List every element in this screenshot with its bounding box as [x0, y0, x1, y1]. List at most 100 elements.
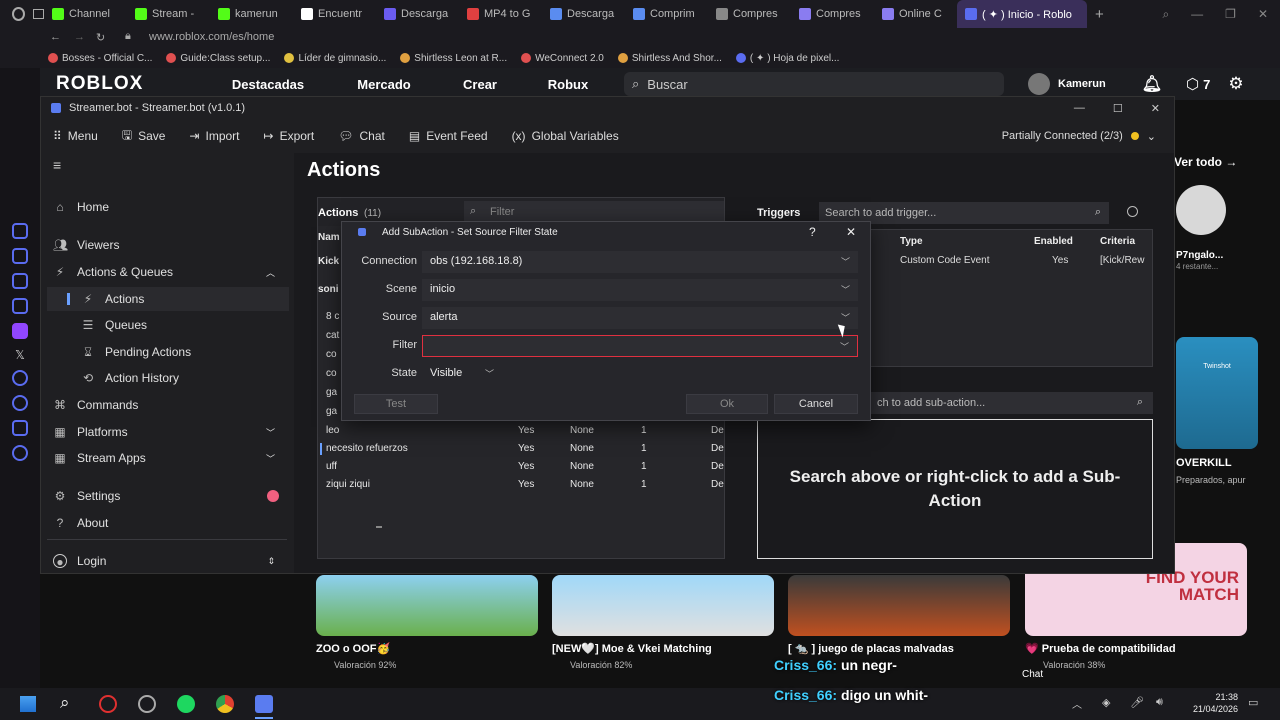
forward-icon[interactable]: →: [74, 31, 85, 43]
sidebar-item-pending-actions[interactable]: ⌛︎ Pending Actions: [41, 340, 289, 364]
browser-tab[interactable]: Compres: [791, 0, 874, 28]
bookmark-item[interactable]: Shirtless And Shor...: [617, 53, 722, 64]
back-icon[interactable]: ←: [50, 31, 61, 43]
bookmark-item[interactable]: WeConnect 2.0: [521, 53, 604, 64]
app-icon[interactable]: [138, 695, 156, 713]
search-icon[interactable]: ⌕: [60, 693, 70, 713]
sidebar-app-icon[interactable]: [12, 420, 28, 436]
cancel-button[interactable]: Cancel: [774, 394, 858, 414]
see-all-link[interactable]: Ver todo →: [1174, 155, 1237, 169]
username[interactable]: Kamerun: [1058, 78, 1106, 90]
start-icon[interactable]: [20, 696, 36, 712]
action-group[interactable]: Kick: [318, 256, 339, 267]
sidebar-item-commands[interactable]: ⌘ Commands: [41, 393, 289, 417]
minimize-icon[interactable]: —: [1191, 7, 1203, 22]
actions-filter-input[interactable]: ⌕ Filter: [464, 201, 724, 223]
url-input[interactable]: www.roblox.com/es/home: [149, 31, 274, 43]
sidebar-item-queues[interactable]: ☰ Queues: [41, 313, 289, 337]
game-title[interactable]: 💗 Prueba de compatibilidad: [1025, 642, 1176, 655]
sidebar-app-icon[interactable]: [12, 298, 28, 314]
search-tabs-icon[interactable]: ⌕: [1162, 7, 1169, 22]
help-icon[interactable]: ?: [809, 225, 816, 239]
chat-button[interactable]: 💬︎ Chat: [326, 129, 397, 143]
hamburger-icon[interactable]: ≡: [53, 157, 61, 173]
connection-select[interactable]: obs (192.168.18.8) ﹀: [422, 251, 858, 273]
nav-mercado[interactable]: Mercado: [330, 77, 438, 92]
subactions-dropzone[interactable]: Search above or right-click to add a Sub…: [757, 419, 1153, 559]
sidebar-item-action-history[interactable]: ⟲ Action History: [41, 366, 289, 390]
friend-name[interactable]: P7ngalo...: [1176, 250, 1223, 261]
game-thumbnail[interactable]: [788, 575, 1010, 636]
robux-icon[interactable]: ⬡: [1186, 75, 1199, 93]
browser-tab[interactable]: kamerun: [210, 0, 293, 28]
sidebar-app-icon[interactable]: [12, 223, 28, 239]
sidebar-item-stream-apps[interactable]: ▦ Stream Apps ﹀: [41, 446, 289, 470]
action-group[interactable]: soni: [318, 284, 339, 295]
ok-button[interactable]: Ok: [686, 394, 768, 414]
reload-icon[interactable]: ↻: [96, 31, 105, 44]
column-header-enabled[interactable]: Enabled: [1034, 236, 1073, 247]
browser-tab[interactable]: Descarga: [542, 0, 625, 28]
close-icon[interactable]: ✕: [1151, 102, 1160, 115]
roblox-search[interactable]: ⌕ Buscar: [624, 72, 1004, 96]
game-title[interactable]: [NEW🤍] Moe & Vkei Matching: [552, 642, 712, 655]
settings-icon[interactable]: [12, 445, 28, 461]
history-icon[interactable]: [12, 395, 28, 411]
game-thumbnail[interactable]: Twinshot: [1176, 337, 1258, 449]
browser-tab[interactable]: Descarga: [376, 0, 459, 28]
bookmark-item[interactable]: Bosses - Official C...: [48, 53, 152, 64]
table-row[interactable]: uff Yes None 1 De: [318, 458, 724, 476]
browser-tab[interactable]: Channel: [44, 0, 127, 28]
game-title[interactable]: OVERKILL: [1176, 457, 1232, 469]
sidebar-item-login[interactable]: ● Login ⇕: [41, 549, 289, 573]
table-row[interactable]: leo Yes None 1 De: [318, 422, 724, 440]
friend-avatar[interactable]: [1176, 185, 1226, 235]
game-title[interactable]: [ 🐀 ] juego de placas malvadas: [788, 642, 954, 655]
info-icon[interactable]: [1127, 206, 1138, 217]
filter-select[interactable]: ﹀: [422, 335, 858, 357]
export-button[interactable]: ↦ Export: [252, 129, 327, 143]
scene-select[interactable]: inicio ﹀: [422, 279, 858, 301]
sidebar-item-viewers[interactable]: 👥︎ Viewers: [41, 233, 289, 257]
column-header-criteria[interactable]: Criteria: [1100, 236, 1135, 247]
browser-tab[interactable]: Encuentr: [293, 0, 376, 28]
connection-status[interactable]: Partially Connected (2/3) ⌄: [1002, 130, 1174, 143]
settings-gear-icon[interactable]: ⚙: [1228, 74, 1243, 94]
sidebar-app-icon[interactable]: [12, 370, 28, 386]
sidebar-item-actions-queues[interactable]: ⚡︎ Actions & Queues ︿: [41, 260, 289, 284]
opera-gx-icon[interactable]: [99, 695, 117, 713]
game-thumbnail[interactable]: [316, 575, 538, 636]
browser-tab[interactable]: MP4 to G: [459, 0, 542, 28]
table-row[interactable]: necesito refuerzos Yes None 1 De: [318, 440, 724, 458]
network-icon[interactable]: ◈: [1102, 696, 1110, 709]
sidebar-item-platforms[interactable]: ▦ Platforms ﹀: [41, 420, 289, 444]
clock-date[interactable]: 21/04/2026: [1188, 704, 1238, 714]
restore-icon[interactable]: ❐: [1225, 7, 1236, 22]
game-thumbnail[interactable]: [552, 575, 774, 636]
notification-icon[interactable]: ▭: [1248, 696, 1258, 709]
twitch-icon[interactable]: [12, 323, 28, 339]
sidebar-item-about[interactable]: ? About: [41, 511, 289, 535]
source-select[interactable]: alerta ﹀: [422, 307, 858, 329]
import-button[interactable]: ⇥ Import: [177, 129, 251, 143]
bookmark-item[interactable]: Líder de gimnasio...: [284, 53, 386, 64]
bookmark-item[interactable]: Shirtless Leon at R...: [400, 53, 507, 64]
maximize-icon[interactable]: ☐: [1113, 102, 1123, 115]
bookmark-item[interactable]: ( ✦ ) Hoja de pixel...: [735, 53, 839, 64]
state-select[interactable]: Visible ﹀: [422, 363, 502, 385]
resize-handle[interactable]: [376, 526, 382, 528]
minimize-icon[interactable]: —: [1074, 102, 1085, 115]
notifications-icon[interactable]: 🔔︎: [1142, 74, 1162, 94]
chrome-icon[interactable]: [216, 695, 234, 713]
browser-tab[interactable]: Online C: [874, 0, 957, 28]
save-button[interactable]: 🖫︎ Save: [110, 126, 178, 147]
x-icon[interactable]: 𝕏: [0, 348, 40, 362]
sidebar-item-actions[interactable]: ⚡︎ Actions: [47, 287, 289, 311]
roblox-logo[interactable]: ROBLOX: [56, 73, 206, 95]
close-icon[interactable]: ✕: [846, 225, 856, 239]
spotify-icon[interactable]: [177, 695, 195, 713]
sidebar-item-home[interactable]: ⌂ Home: [41, 195, 289, 219]
clock-time[interactable]: 21:38: [1190, 692, 1238, 702]
game-title[interactable]: ZOO o OOF🥳: [316, 642, 390, 655]
streamerbot-taskbar-icon[interactable]: [255, 695, 273, 713]
